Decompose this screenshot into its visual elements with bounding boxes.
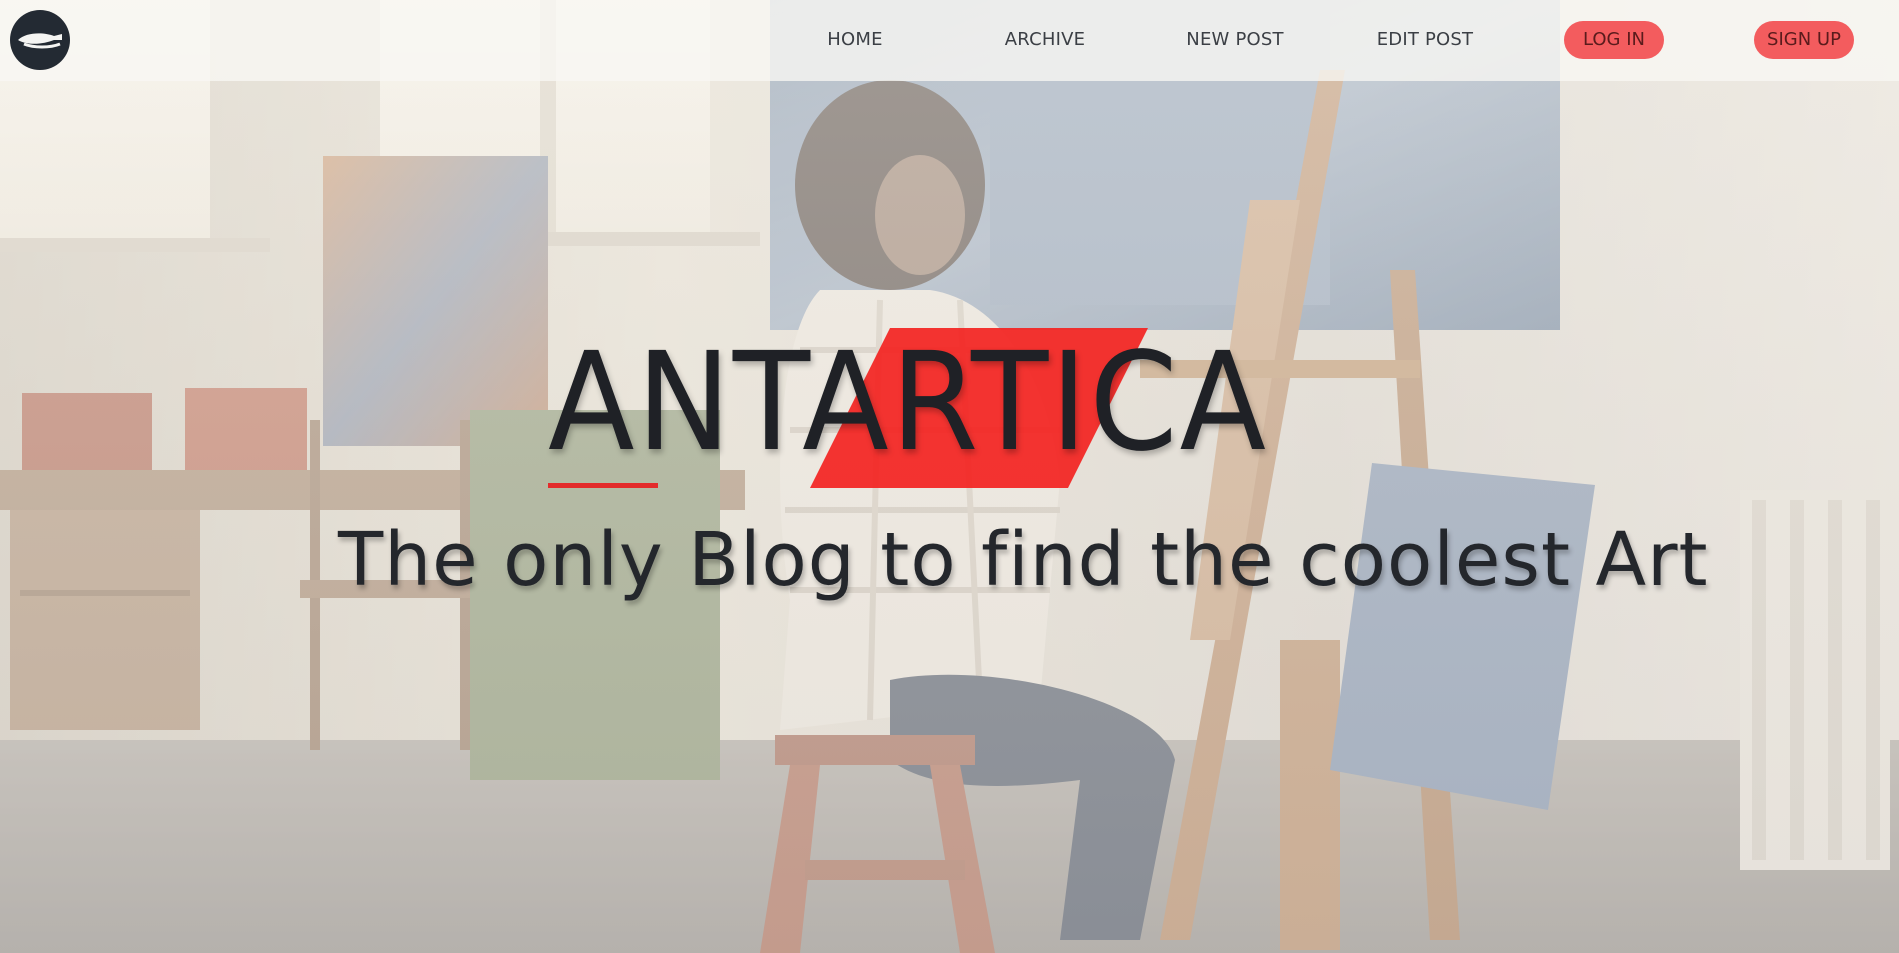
- nav-link-home[interactable]: HOME: [810, 26, 900, 54]
- hero-title: ANTARTICA: [548, 324, 1268, 482]
- navbar: HOME ARCHIVE NEW POST EDIT POST LOG IN S…: [0, 0, 1899, 81]
- login-button[interactable]: LOG IN: [1564, 21, 1664, 59]
- signup-button[interactable]: SIGN UP: [1754, 21, 1854, 59]
- nav-link-new-post[interactable]: NEW POST: [1180, 26, 1290, 54]
- nav-link-archive[interactable]: ARCHIVE: [995, 26, 1095, 54]
- nav-link-edit-post[interactable]: EDIT POST: [1370, 26, 1480, 54]
- page: HOME ARCHIVE NEW POST EDIT POST LOG IN S…: [0, 0, 1899, 953]
- title-underline: [548, 483, 658, 488]
- hero-tagline: The only Blog to find the coolest Art: [338, 517, 1709, 603]
- brush-logo-icon[interactable]: [10, 10, 70, 70]
